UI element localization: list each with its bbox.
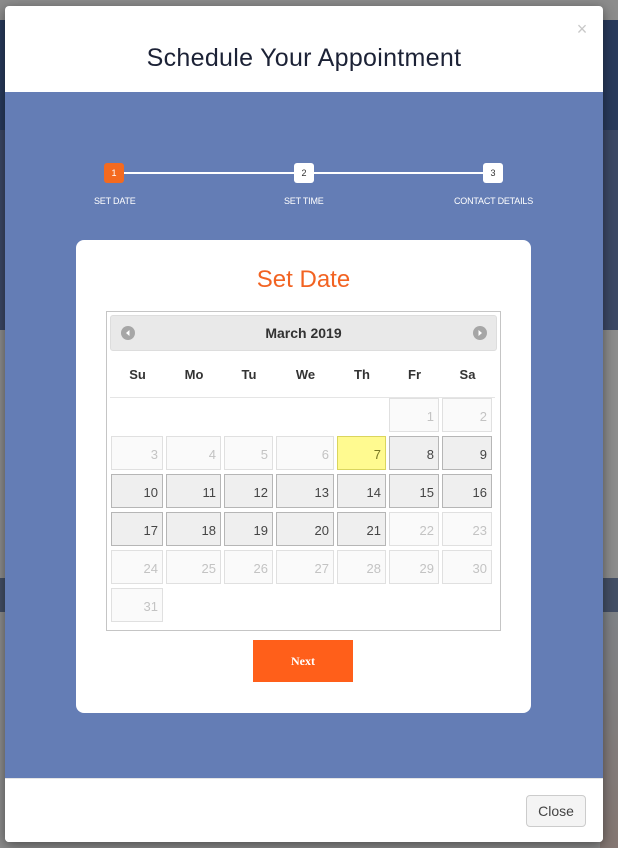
day-cell[interactable]: 11 <box>166 474 221 508</box>
stepper-connector <box>124 172 294 174</box>
modal-footer: Close <box>5 778 603 842</box>
day-cell[interactable]: 8 <box>389 436 439 470</box>
day-cell: 1 <box>389 398 439 432</box>
day-cell: 22 <box>389 512 439 546</box>
day-cell: 3 <box>111 436 163 470</box>
day-cell[interactable]: 10 <box>111 474 163 508</box>
day-cell: 2 <box>442 398 492 432</box>
calendar-header: March 2019 <box>110 315 497 351</box>
appointment-modal: Schedule Your Appointment × 1 2 3 SET DA… <box>5 6 603 842</box>
day-cell[interactable]: 13 <box>276 474 334 508</box>
day-cell: 29 <box>389 550 439 584</box>
weekday-label: Fr <box>408 367 421 382</box>
set-date-card: Set Date March 2019 Su Mo Tu We Th Fr Sa 12345… <box>76 240 531 713</box>
day-cell: 23 <box>442 512 492 546</box>
day-cell: 24 <box>111 550 163 584</box>
day-cell: 30 <box>442 550 492 584</box>
day-cell[interactable]: 17 <box>111 512 163 546</box>
weekday-label: We <box>295 367 316 382</box>
date-picker: March 2019 Su Mo Tu We Th Fr Sa 1 2 3 4 5 6 7 8 9 10 11 1… <box>106 311 501 631</box>
weekday-label: Mo <box>184 367 204 382</box>
day-cell: 5 <box>224 436 273 470</box>
day-cell: 25 <box>166 550 221 584</box>
modal-body: 1 2 3 SET DATE SET TIME CONTACT DETAILS … <box>5 92 603 778</box>
day-cell[interactable]: 12 <box>224 474 273 508</box>
day-cell[interactable]: 16 <box>442 474 492 508</box>
day-cell[interactable]: 14 <box>337 474 386 508</box>
stepper-connector <box>314 172 483 174</box>
weekday-label: Su <box>129 367 146 382</box>
day-cell[interactable]: 21 <box>337 512 386 546</box>
modal-header: Schedule Your Appointment × <box>5 6 603 92</box>
step-2-label: SET TIME <box>284 196 324 206</box>
close-icon[interactable]: × <box>575 20 589 38</box>
day-cell[interactable]: 18 <box>166 512 221 546</box>
step-1-badge[interactable]: 1 <box>104 163 124 183</box>
weekday-label: Tu <box>241 367 257 382</box>
day-cell: 27 <box>276 550 334 584</box>
day-cell[interactable]: 19 <box>224 512 273 546</box>
step-3-label: CONTACT DETAILS <box>454 196 534 206</box>
day-cell-today[interactable]: 7 <box>337 436 386 470</box>
chevron-right-icon[interactable] <box>473 326 487 340</box>
day-cell[interactable]: 15 <box>389 474 439 508</box>
step-3-badge[interactable]: 3 <box>483 163 503 183</box>
modal-title: Schedule Your Appointment <box>146 44 462 72</box>
weekday-label: Th <box>354 367 370 382</box>
day-cell[interactable]: 9 <box>442 436 492 470</box>
next-button[interactable]: Next <box>253 640 353 682</box>
day-cell: 26 <box>224 550 273 584</box>
day-cell: 31 <box>111 588 163 622</box>
close-button[interactable]: Close <box>526 795 586 827</box>
day-cell[interactable]: 20 <box>276 512 334 546</box>
card-title: Set Date <box>256 266 351 293</box>
step-2-badge[interactable]: 2 <box>294 163 314 183</box>
day-cell: 6 <box>276 436 334 470</box>
calendar-month-label: March 2019 <box>265 325 342 341</box>
step-1-label: SET DATE <box>94 196 136 206</box>
weekday-label: Sa <box>459 367 476 382</box>
day-cell: 28 <box>337 550 386 584</box>
day-cell: 4 <box>166 436 221 470</box>
